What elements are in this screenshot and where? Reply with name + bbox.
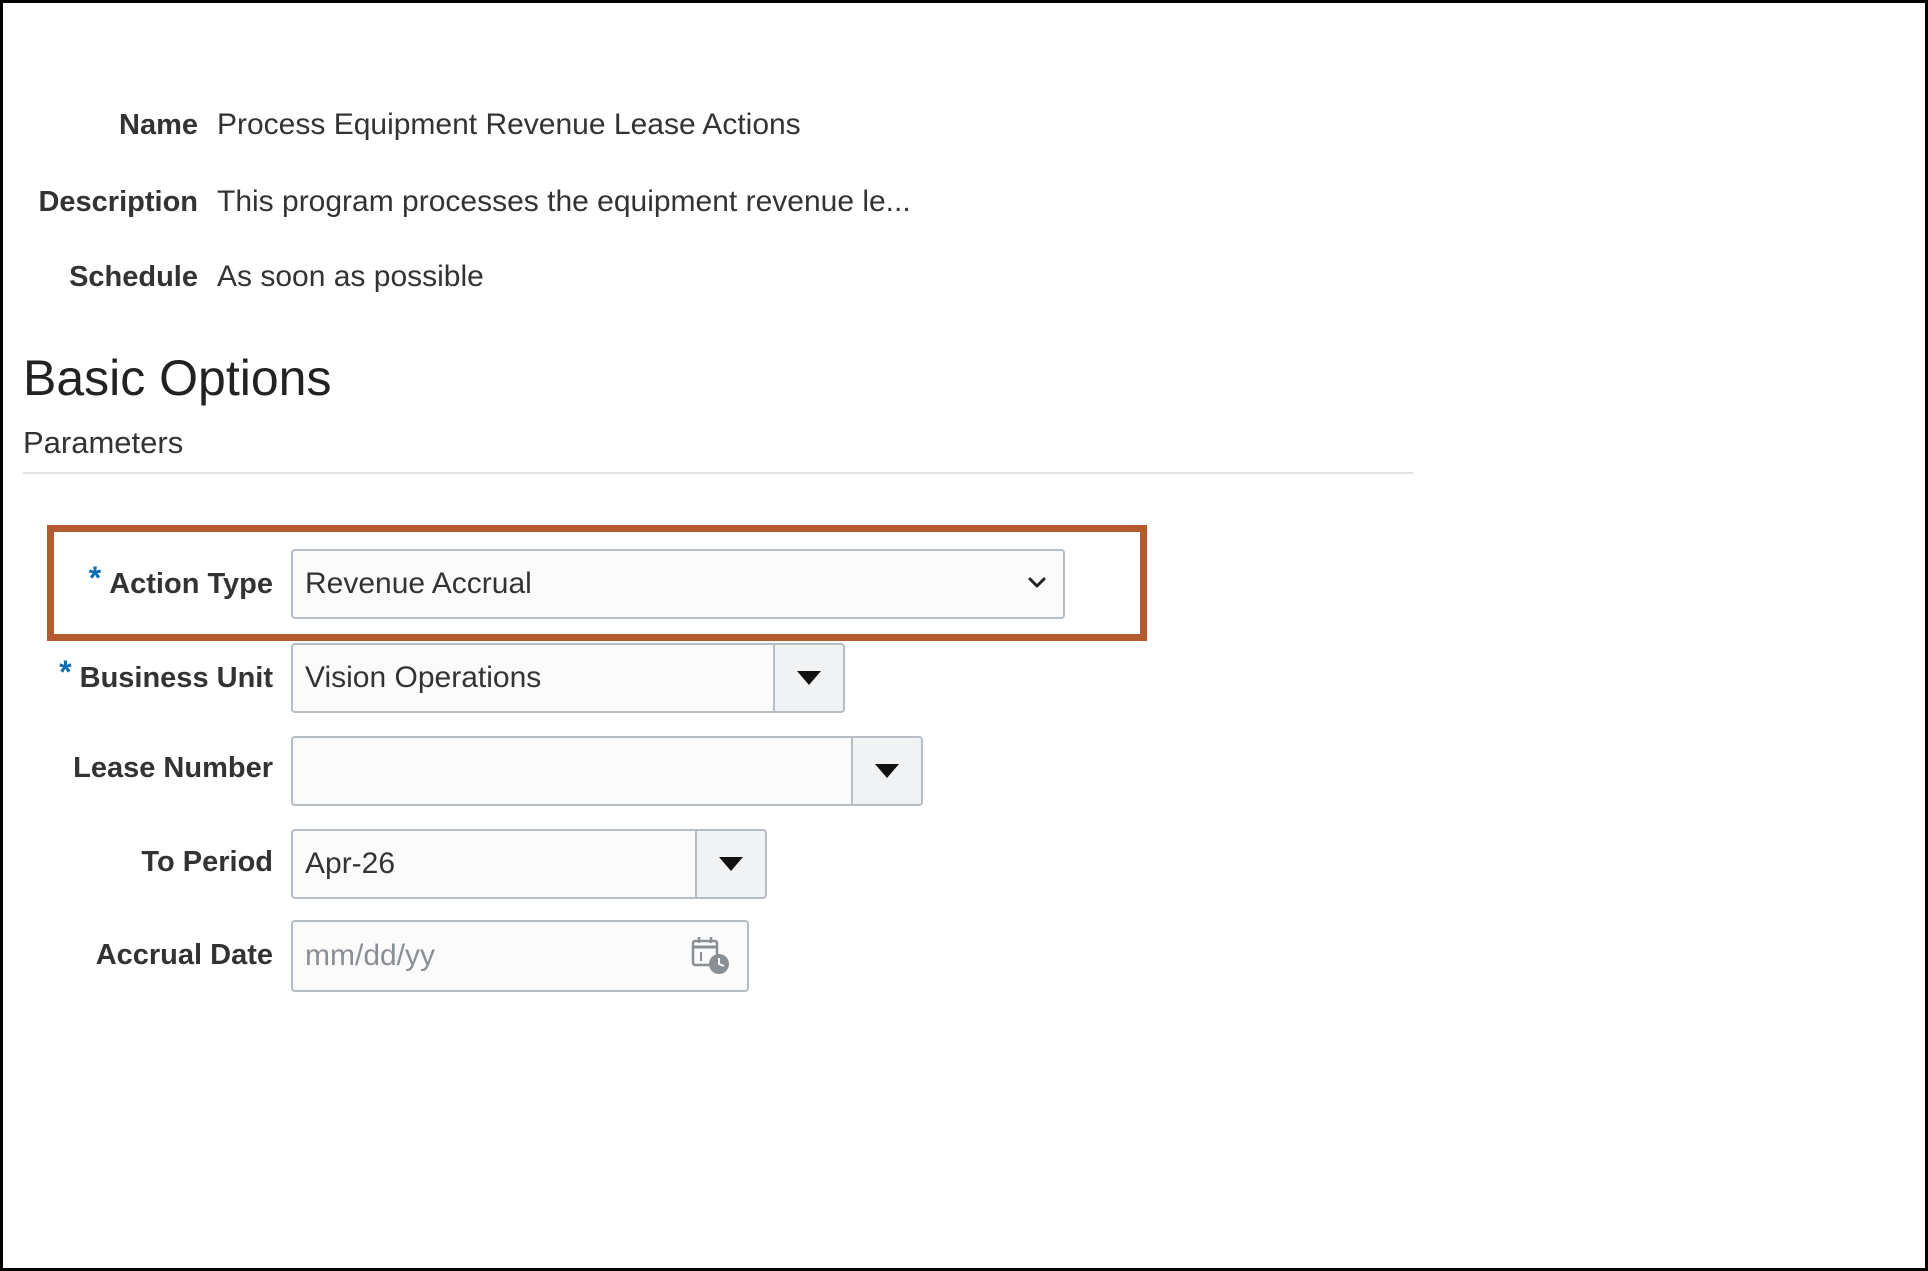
triangle-down-icon [797,671,821,685]
section-divider [23,472,1413,474]
business-unit-label: * Business Unit [23,654,273,695]
lease-number-dropdown-button[interactable] [851,738,921,804]
triangle-down-icon [719,857,743,871]
schedule-value: As soon as possible [217,260,484,293]
business-unit-dropdown-button[interactable] [773,645,843,711]
business-unit-value: Vision Operations [305,661,542,694]
to-period-field[interactable]: Apr-26 [291,829,767,899]
schedule-label: Schedule [69,261,198,293]
name-label: Name [119,109,198,141]
section-subtitle: Parameters [23,425,184,460]
to-period-dropdown-button[interactable] [695,831,765,897]
page-title: Basic Options [23,350,332,406]
accrual-date-field[interactable]: mm/dd/yy [291,920,749,992]
to-period-value: Apr-26 [305,847,396,880]
business-unit-field[interactable]: Vision Operations [291,643,845,713]
description-label: Description [38,186,198,218]
triangle-down-icon [875,764,899,778]
description-value: This program processes the equipment rev… [217,185,911,218]
lease-number-label: Lease Number [73,752,273,784]
accrual-date-label: Accrual Date [95,939,273,971]
required-marker: * [59,654,72,690]
business-unit-label-text: Business Unit [79,662,273,694]
calendar-clock-icon[interactable] [689,934,733,978]
lease-number-field[interactable] [291,736,923,806]
accrual-date-placeholder: mm/dd/yy [305,939,436,972]
name-value: Process Equipment Revenue Lease Actions [217,108,801,141]
screenshot-frame: Name Process Equipment Revenue Lease Act… [0,0,1928,1271]
action-type-highlight [47,525,1147,641]
to-period-label: To Period [141,846,273,878]
